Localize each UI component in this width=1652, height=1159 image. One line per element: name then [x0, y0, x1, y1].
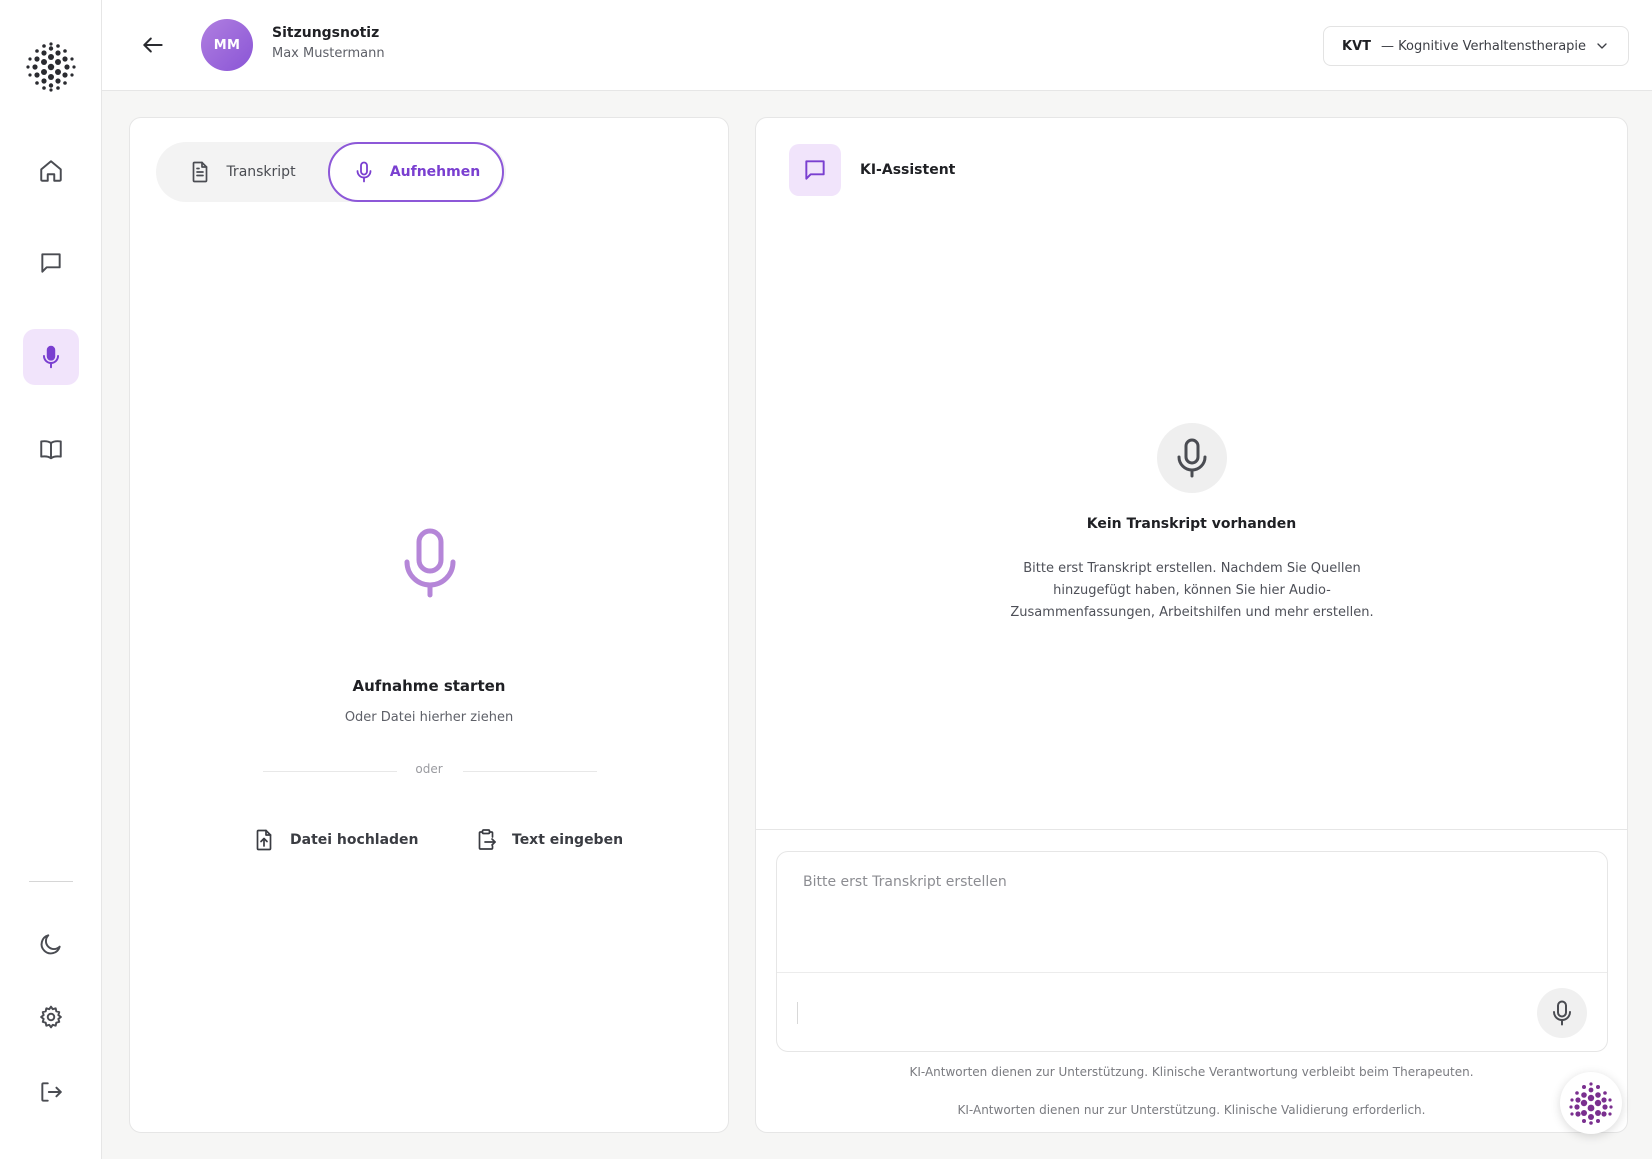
drop-hint: Oder Datei hierher ziehen	[344, 710, 514, 725]
header: MM Sitzungsnotiz Max Mustermann KVT — Ko…	[102, 0, 1652, 91]
upload-file-label: Datei hochladen	[290, 832, 419, 848]
voice-input-button[interactable]	[1537, 988, 1587, 1038]
book-icon	[40, 440, 62, 460]
document-icon	[193, 161, 208, 183]
microphone-icon	[356, 161, 372, 183]
empty-state-title: Kein Transkript vorhanden	[1086, 516, 1297, 532]
chat-icon	[805, 160, 825, 180]
ai-assistant-panel: KI-Assistent Kein Transkript vorhanden B…	[755, 117, 1628, 1133]
nav-home[interactable]	[23, 143, 79, 199]
nav-record[interactable]	[23, 329, 79, 385]
microphone-icon	[42, 345, 60, 369]
assistant-fab[interactable]	[1560, 1072, 1622, 1134]
therapy-full-name: — Kognitive Verhaltenstherapie	[1381, 38, 1587, 54]
page-title: Sitzungsnotiz	[272, 25, 380, 41]
logout-icon	[41, 1082, 62, 1102]
enter-text-label: Text eingeben	[512, 832, 624, 848]
enter-text-button[interactable]: Text eingeben	[474, 825, 623, 855]
avatar: MM	[201, 19, 253, 71]
empty-state-description: Bitte erst Transkript erstellen. Nachdem…	[1010, 561, 1374, 620]
start-recording-title: Aufnahme starten	[352, 677, 506, 695]
client-name: Max Mustermann	[272, 46, 385, 61]
theme-toggle[interactable]	[23, 916, 79, 972]
chat-composer: Bitte erst Transkript erstellen	[776, 851, 1608, 1052]
logo-icon	[1569, 1082, 1613, 1125]
chevron-down-icon	[1597, 43, 1607, 49]
ai-validation-note: KI-Antworten dienen nur zur Unterstützun…	[957, 1103, 1426, 1117]
text-cursor	[797, 1002, 798, 1024]
logout-button[interactable]	[23, 1064, 79, 1120]
tab-transcript[interactable]: Transkript	[156, 142, 328, 202]
or-divider-text: oder	[415, 762, 443, 776]
microphone-icon	[1553, 1000, 1571, 1026]
start-recording-button[interactable]	[398, 528, 462, 598]
nav-library[interactable]	[23, 421, 79, 477]
home-icon	[40, 160, 62, 182]
gear-icon	[40, 1005, 62, 1029]
file-upload-icon	[256, 829, 272, 851]
mode-tabs: Transkript Aufnehmen	[156, 142, 506, 202]
empty-state-badge	[1157, 423, 1227, 493]
or-divider-right	[463, 771, 597, 772]
back-button[interactable]	[140, 32, 166, 58]
composer-divider	[777, 972, 1607, 973]
upload-file-button[interactable]: Datei hochladen	[252, 825, 419, 855]
nav-chat[interactable]	[23, 235, 79, 291]
therapy-abbr: KVT	[1342, 38, 1372, 54]
sidebar-divider	[29, 881, 73, 882]
arrow-left-icon	[143, 37, 163, 53]
recording-panel: Transkript Aufnehmen Aufnahme starten Od…	[129, 117, 729, 1133]
therapy-select[interactable]: KVT — Kognitive Verhaltenstherapie	[1323, 26, 1629, 66]
chat-input[interactable]: Bitte erst Transkript erstellen	[803, 874, 1007, 890]
clipboard-icon	[478, 829, 496, 850]
ai-assistant-badge	[789, 144, 841, 196]
settings-button[interactable]	[23, 989, 79, 1045]
panel-divider	[756, 829, 1627, 830]
tab-record-label: Aufnehmen	[389, 164, 481, 180]
ai-assistant-title: KI-Assistent	[860, 162, 956, 178]
ai-disclaimer: KI-Antworten dienen zur Unterstützung. K…	[909, 1065, 1474, 1079]
sidebar	[0, 0, 102, 1159]
chat-icon	[41, 253, 61, 273]
moon-icon	[40, 934, 61, 955]
tab-record[interactable]: Aufnehmen	[328, 142, 504, 202]
tab-transcript-label: Transkript	[226, 164, 296, 180]
logo-icon[interactable]	[24, 40, 78, 94]
microphone-icon	[1177, 438, 1207, 478]
microphone-icon	[404, 528, 456, 598]
